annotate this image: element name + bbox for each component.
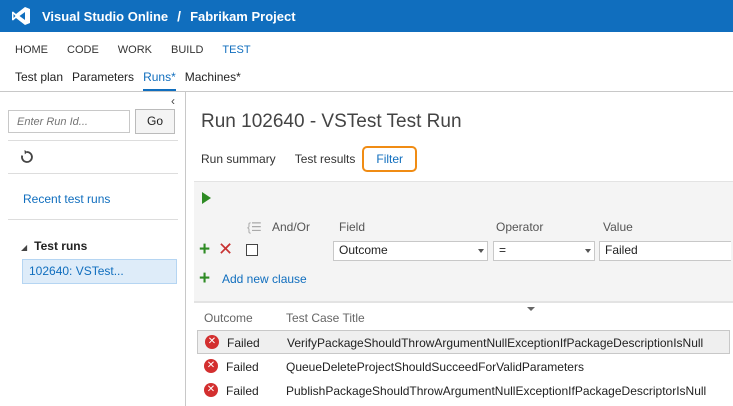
hub-work[interactable]: WORK (118, 44, 152, 56)
tab-filter[interactable]: Filter (362, 146, 418, 172)
test-runs-tree-header[interactable]: ◢ Test runs (21, 239, 87, 253)
visual-studio-logo-icon[interactable] (10, 5, 32, 27)
row-title: VerifyPackageShouldThrowArgumentNullExce… (287, 336, 704, 350)
project-title[interactable]: Fabrikam Project (190, 9, 296, 24)
run-tabs: Run summary Test results Filter (201, 146, 418, 172)
refresh-icon[interactable] (19, 149, 35, 165)
breadcrumb-separator: / (177, 8, 182, 24)
delete-icon[interactable]: ✕ (218, 240, 233, 258)
divider (8, 219, 178, 220)
hub-nav: HOME CODE WORK BUILD TEST (0, 40, 733, 60)
value-input-value: Failed (605, 243, 638, 257)
tab-test-results[interactable]: Test results (295, 152, 356, 166)
grid-splitter[interactable] (194, 301, 733, 303)
tab-test-plan[interactable]: Test plan (15, 66, 63, 91)
hub-test[interactable]: TEST (222, 44, 250, 56)
row-outcome: Failed (226, 384, 259, 398)
field-select[interactable]: Outcome (333, 241, 488, 261)
operator-header: Operator (496, 220, 544, 234)
row-outcome: Failed (227, 336, 260, 350)
chevron-down-icon (585, 249, 591, 253)
table-row[interactable]: ✕ Failed VerifyPackageShouldThrowArgumen… (197, 330, 730, 354)
hub-build[interactable]: BUILD (171, 44, 203, 56)
tab-run-summary[interactable]: Run summary (201, 152, 276, 166)
run-id-input[interactable] (8, 110, 130, 133)
tab-parameters[interactable]: Parameters (72, 66, 134, 91)
title-column-header[interactable]: Test Case Title (286, 311, 365, 325)
brand-title[interactable]: Visual Studio Online (42, 9, 168, 24)
row-title: PublishPackageShouldThrowArgumentNullExc… (286, 384, 707, 398)
operator-select-value: = (499, 243, 507, 257)
top-bar: Visual Studio Online / Fabrikam Project (0, 0, 733, 32)
sort-icon[interactable] (527, 307, 535, 311)
table-row[interactable]: ✕ Failed QueueDeleteProjectShouldSucceed… (197, 355, 730, 379)
tab-runs[interactable]: Runs* (143, 66, 176, 91)
tab-machines[interactable]: Machines* (185, 66, 241, 91)
tree-header-label: Test runs (34, 239, 88, 253)
run-icon[interactable] (202, 192, 211, 204)
value-input[interactable]: Failed (599, 241, 731, 261)
filter-panel: {☰ And/Or Field Operator Value + ✕ Outco… (194, 181, 733, 301)
left-pane: ‹ Go Recent test runs ◢ Test runs 102640:… (0, 92, 186, 406)
chevron-down-icon (478, 249, 484, 253)
operator-select[interactable]: = (493, 241, 595, 261)
divider (8, 140, 178, 141)
row-title: QueueDeleteProjectShouldSucceedForValidP… (286, 360, 584, 374)
divider (8, 173, 178, 174)
go-button[interactable]: Go (135, 109, 175, 134)
hub-code[interactable]: CODE (67, 44, 99, 56)
collapse-icon[interactable]: ‹ (171, 94, 175, 108)
table-row[interactable]: ✕ Failed PublishPackageShouldThrowArgume… (197, 379, 730, 403)
recent-test-runs-link[interactable]: Recent test runs (23, 192, 110, 206)
and-or-header: And/Or (272, 220, 311, 234)
add-icon[interactable]: + (199, 240, 210, 259)
error-icon: ✕ (204, 383, 218, 397)
add-clause-icon[interactable]: + (199, 269, 210, 288)
group-icon[interactable]: {☰ (247, 220, 262, 234)
clause-checkbox[interactable] (246, 244, 258, 256)
hub-home[interactable]: HOME (15, 44, 48, 56)
sub-nav: Test plan Parameters Runs* Machines* (0, 66, 733, 92)
error-icon: ✕ (204, 359, 218, 373)
field-select-value: Outcome (339, 243, 388, 257)
expand-triangle-icon[interactable]: ◢ (21, 243, 27, 252)
error-icon: ✕ (205, 335, 219, 349)
field-header: Field (339, 220, 366, 234)
outcome-column-header[interactable]: Outcome (204, 311, 253, 325)
add-new-clause-link[interactable]: Add new clause (222, 272, 307, 286)
page-title: Run 102640 - VSTest Test Run (201, 111, 462, 132)
row-outcome: Failed (226, 360, 259, 374)
value-header: Value (603, 220, 633, 234)
tree-item-run[interactable]: 102640: VSTest... (22, 259, 177, 284)
